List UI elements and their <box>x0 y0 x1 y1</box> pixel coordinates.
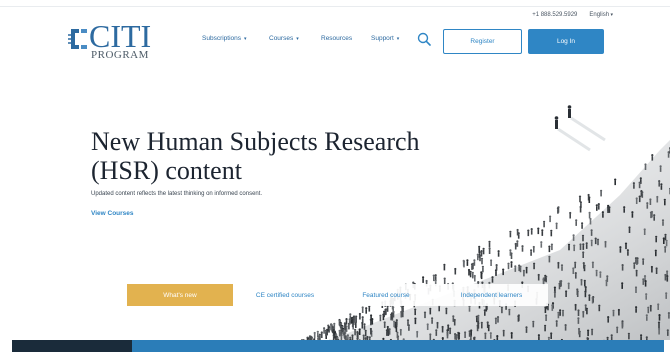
globe-logo-icon <box>68 29 87 49</box>
footer-image-strip <box>12 340 132 352</box>
chevron-down-icon: ▾ <box>296 36 299 42</box>
nav-label-support: Support <box>371 35 394 42</box>
nav-item-courses[interactable]: Courses ▾ <box>269 35 299 42</box>
nav-item-support[interactable]: Support ▾ <box>371 35 399 42</box>
phone-number[interactable]: +1 888.529.5929 <box>532 12 577 18</box>
nav-item-subscriptions[interactable]: Subscriptions ▾ <box>202 35 247 42</box>
top-divider <box>0 6 670 7</box>
login-button[interactable]: Log In <box>528 29 604 54</box>
nav-item-resources[interactable]: Resources <box>321 35 352 42</box>
logo-program-text: PROGRAM <box>91 49 149 61</box>
utility-bar: +1 888.529.5929 English <box>532 12 613 18</box>
nav-label-resources: Resources <box>321 35 353 42</box>
tab-whats-new[interactable]: What's new <box>127 284 233 306</box>
hero-title: New Human Subjects Research (HSR) conten… <box>91 127 420 185</box>
tab-independent-learners[interactable]: Independent learners <box>435 284 548 306</box>
feature-tabs: What's new CE certified courses Featured… <box>127 284 548 306</box>
chevron-down-icon: ▾ <box>244 36 247 42</box>
nav-label-courses: Courses <box>269 35 294 42</box>
logo-citi-text: CITI <box>89 18 152 54</box>
tab-ce-certified-courses[interactable]: CE certified courses <box>233 284 337 306</box>
hero-subtitle: Updated content reflects the latest thin… <box>91 191 263 197</box>
tab-featured-course[interactable]: Featured course <box>337 284 435 306</box>
register-button[interactable]: Register <box>443 29 522 54</box>
chevron-down-icon: ▾ <box>396 36 400 42</box>
view-courses-link[interactable]: View Courses <box>91 210 134 217</box>
search-icon[interactable] <box>417 32 431 46</box>
nav-label-subscriptions: Subscriptions <box>202 35 242 42</box>
citi-program-logo[interactable]: CITI PROGRAM <box>67 20 157 62</box>
language-selector[interactable]: English <box>589 12 613 18</box>
